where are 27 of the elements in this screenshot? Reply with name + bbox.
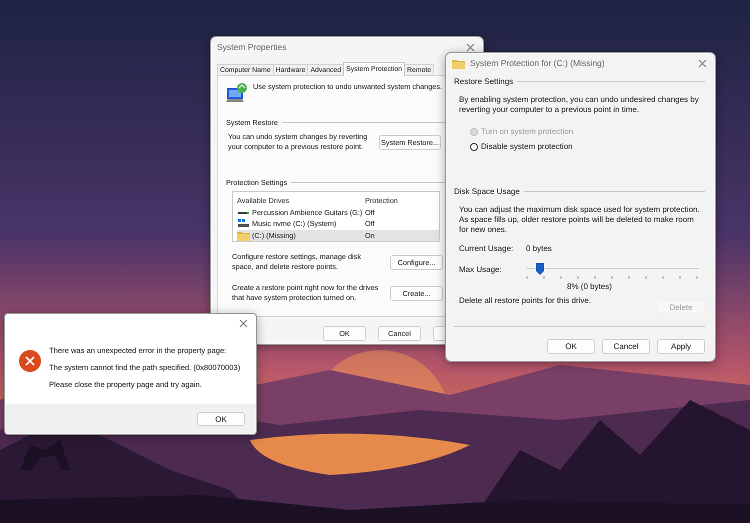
description-text: Delete all restore points for this drive. (459, 296, 592, 305)
dialog-button[interactable]: OK (547, 339, 595, 354)
radio-label: Turn on system protection (481, 127, 574, 136)
window-title: System Properties (217, 42, 288, 52)
close-icon[interactable] (239, 319, 248, 328)
folder-icon (452, 58, 465, 68)
drive-icon (237, 218, 250, 230)
description-text: By enabling system protection, you can undo undesired changes by reverting your computer to a previous point in time. (459, 95, 700, 115)
computer-icon (226, 82, 248, 104)
field-value: 0 bytes (526, 244, 552, 253)
folder-icon (237, 230, 250, 241)
slider-thumb[interactable] (536, 263, 544, 275)
error-icon (19, 350, 41, 372)
description-text: You can adjust the maximum disk space used for system protection. As space fills up, older restore points will be deleted to make room for new ones. (459, 205, 701, 235)
close-icon[interactable] (466, 42, 475, 52)
close-icon[interactable] (698, 58, 707, 68)
dialog-button[interactable]: Apply (657, 339, 705, 354)
dialog-button[interactable]: Cancel (602, 339, 650, 354)
window-title: System Protection for (C:) (Missing) (470, 58, 606, 68)
ok-button[interactable]: OK (197, 412, 245, 426)
radio-label: Disable system protection (481, 142, 573, 151)
group-heading: Disk Space Usage (454, 187, 520, 196)
group-heading: Restore Settings (454, 77, 514, 86)
field-label: Current Usage: (459, 244, 514, 253)
slider-value: 8% (0 bytes) (566, 282, 613, 291)
field-label: Max Usage: (459, 265, 503, 274)
radio-button[interactable] (470, 142, 478, 150)
